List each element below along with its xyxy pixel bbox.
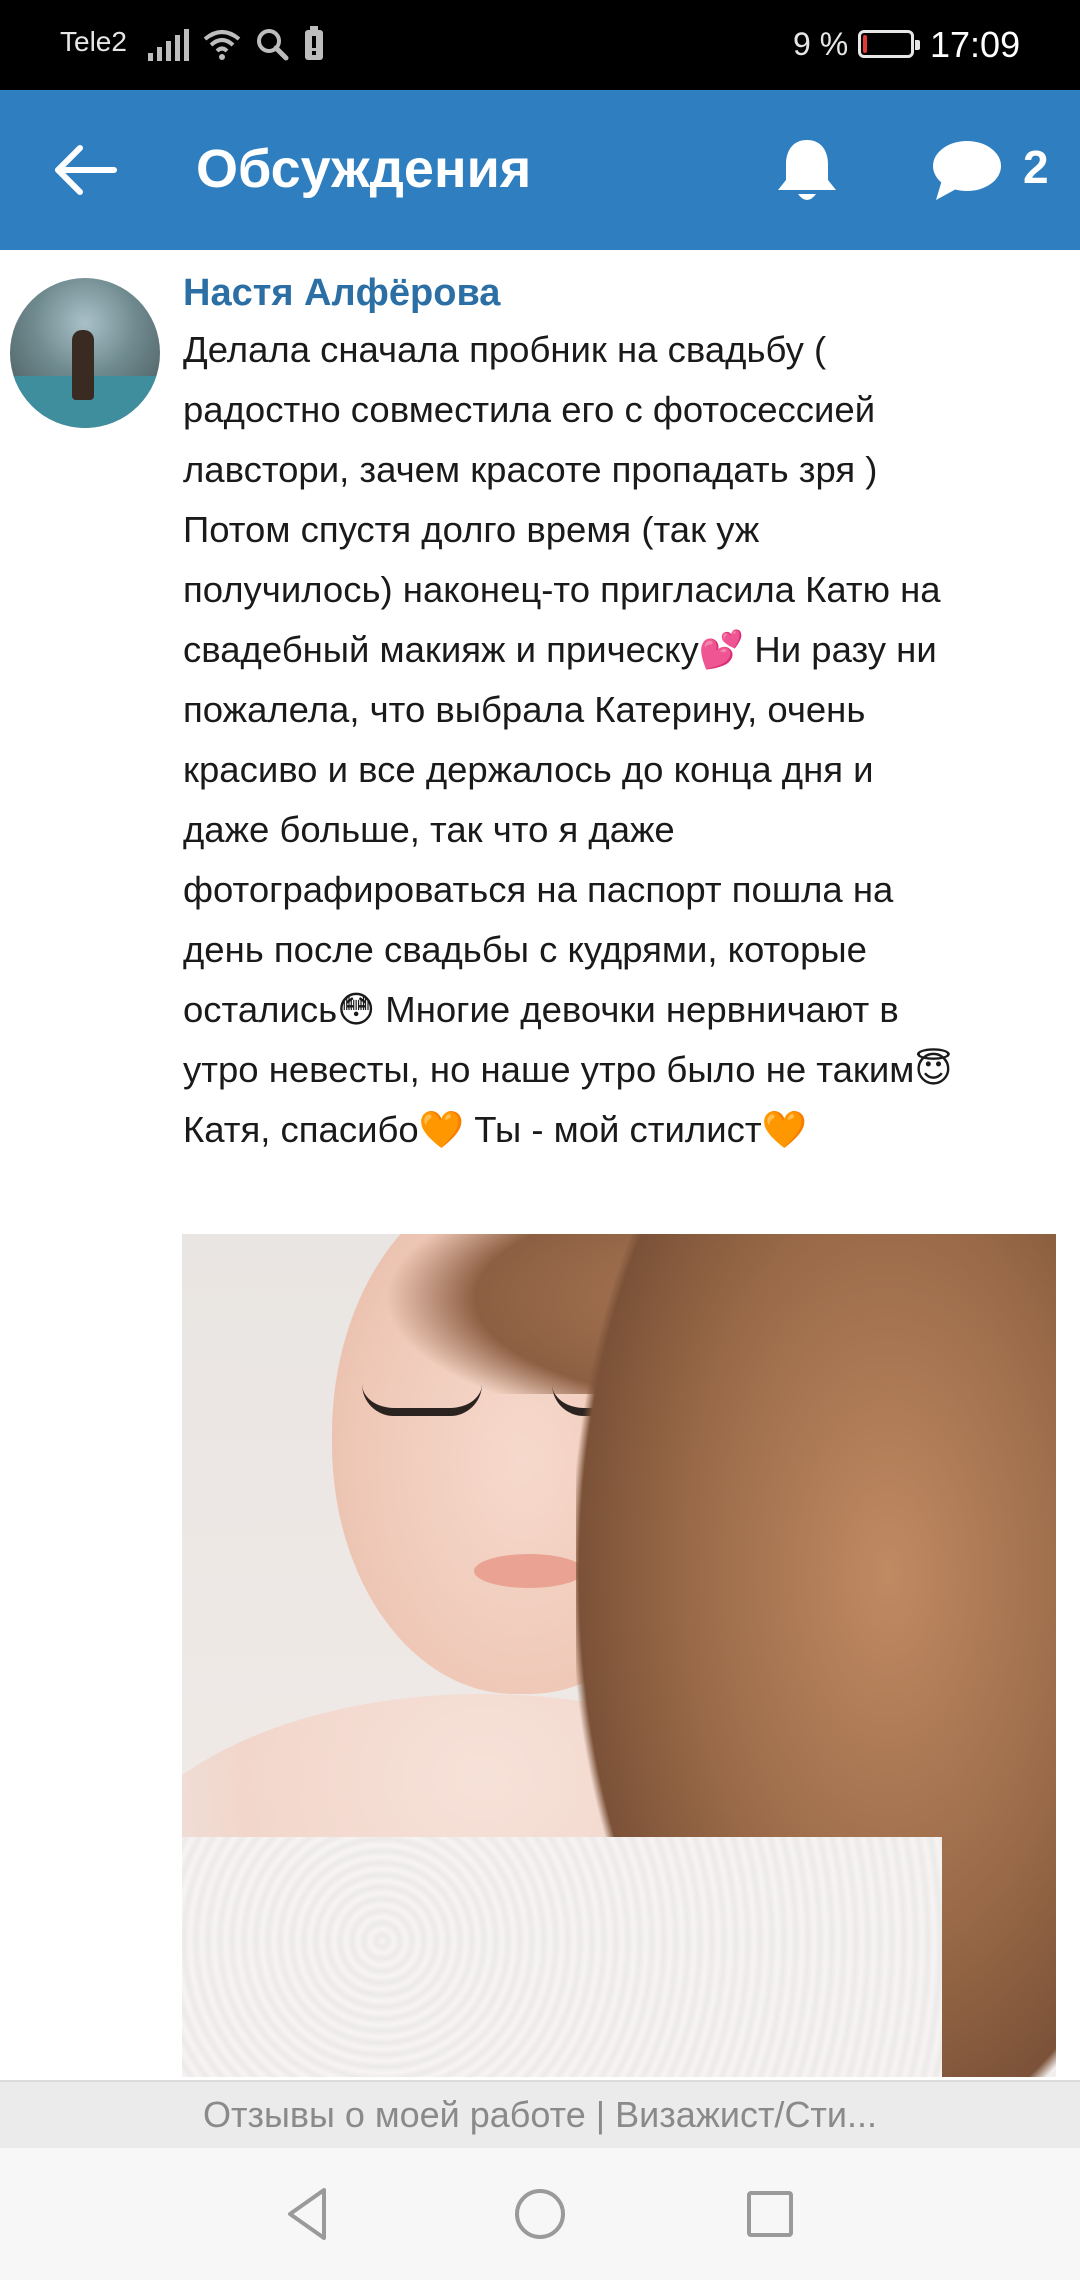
photo-lips xyxy=(474,1554,584,1588)
search-icon xyxy=(257,29,289,61)
messages-count-badge[interactable]: 2 xyxy=(1023,140,1049,194)
avatar[interactable] xyxy=(10,278,160,428)
avatar-photo-person xyxy=(72,330,94,400)
back-triangle-icon[interactable] xyxy=(278,2182,342,2246)
status-icons xyxy=(148,24,325,64)
battery-icon xyxy=(858,30,920,58)
topic-title-bar[interactable]: Отзывы о моей работе | Визажист/Сти... xyxy=(0,2080,1080,2148)
home-circle-icon[interactable] xyxy=(508,2182,572,2246)
clock: 17:09 xyxy=(930,24,1021,65)
battery-level-fill xyxy=(863,35,867,53)
post-text: Делала сначала пробник на свадьбу ( радо… xyxy=(183,329,953,1150)
status-bar: Tele2 9 % 17:09 xyxy=(0,0,1080,90)
page-title: Обсуждения xyxy=(196,139,532,199)
battery-saver-icon xyxy=(305,26,323,60)
arrow-left-icon[interactable] xyxy=(50,140,120,200)
carrier-label: Tele2 xyxy=(60,26,127,57)
wifi-icon xyxy=(203,30,241,60)
chat-bubble-icon[interactable] xyxy=(930,138,1004,202)
post-author-name[interactable]: Настя Алфёрова xyxy=(183,272,500,315)
signal-icon xyxy=(148,27,189,61)
system-nav-bar xyxy=(0,2148,1080,2280)
app-header: Обсуждения 2 xyxy=(0,90,1080,250)
post-photo[interactable] xyxy=(182,1234,1056,2077)
bell-icon[interactable] xyxy=(772,134,842,206)
battery-percent: 9 % xyxy=(793,26,849,62)
recents-square-icon[interactable] xyxy=(738,2182,802,2246)
photo-dress xyxy=(182,1837,942,2077)
